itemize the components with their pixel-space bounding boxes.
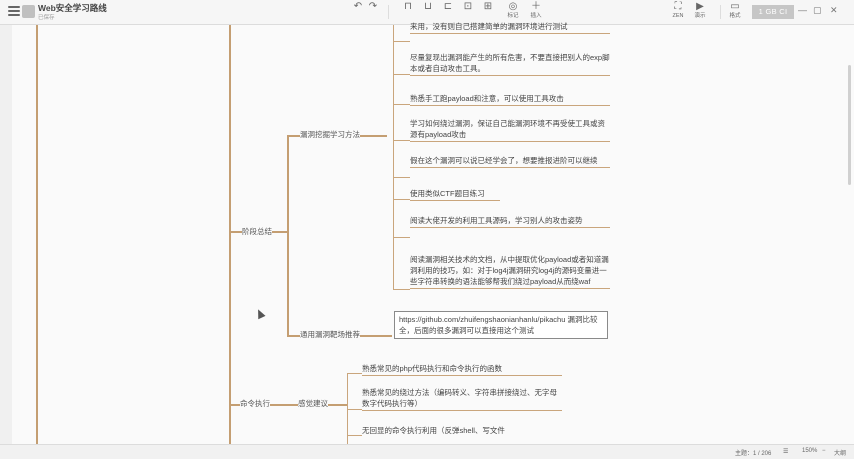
leaf-underline: [362, 375, 562, 376]
zoom-level[interactable]: 150%: [802, 448, 817, 454]
card-text: https://github.com/zhuifengshaonianhanlu…: [399, 315, 598, 335]
leaf-item[interactable]: 熟悉常见的绕过方法（编码转义、字符串拼接绕过、无字母数字代码执行等）: [362, 387, 562, 411]
leaf-underline: [410, 288, 610, 289]
leaf-item[interactable]: 使用类似CTF题目练习: [410, 188, 610, 201]
present-button[interactable]: ▶ 演示: [685, 1, 715, 20]
leaf-item[interactable]: 熟悉常见的php代码执行和命令执行的函数: [362, 363, 562, 376]
leaf-connector: [347, 409, 362, 410]
root-connector: [229, 25, 231, 444]
leaf-text: 熟悉手工跑payload和注意，可以使用工具攻击: [410, 94, 564, 103]
close-icon[interactable]: ✕: [830, 5, 838, 16]
maximize-icon[interactable]: ▢: [813, 5, 822, 16]
outline-button[interactable]: 大纲: [834, 448, 846, 457]
leaf-underline: [410, 105, 610, 106]
sub-branch-suggestion[interactable]: 感觉建议: [298, 398, 328, 409]
sub-branch-range-recommend[interactable]: 通用漏洞靶场推荐: [300, 329, 360, 340]
branch-connector: [287, 135, 289, 335]
leaf-connector: [393, 289, 410, 290]
leaf-text: 假在这个漏洞可以说已经学会了，想要推报进阶可以继续: [410, 156, 598, 165]
toolbar-divider: [388, 5, 389, 19]
leaf-connector: [393, 199, 410, 200]
leaf-text: 阅读漏洞相关技术的文档，从中提取优化payload或者知道漏洞利用的技巧，如：对…: [410, 255, 609, 286]
leaf-connector: [347, 373, 362, 374]
leaf-underline: [410, 75, 610, 76]
leaf-text: 熟悉常见的php代码执行和命令执行的函数: [362, 364, 503, 373]
leaf-item[interactable]: 来用，没有则自己搭建简单的漏洞环境进行测试: [410, 21, 610, 34]
leaf-item[interactable]: 尽量复现出漏洞能产生的所有危害，不要直接把别人的exp脚本或者自动攻击工具。: [410, 52, 610, 76]
insert-icon: ＋: [531, 1, 541, 12]
redo-icon: ↷: [368, 1, 378, 12]
hamburger-menu-icon[interactable]: [8, 6, 20, 17]
insert-label: 插入: [530, 13, 542, 19]
minimize-icon[interactable]: —: [798, 5, 807, 15]
leaf-connector: [393, 25, 394, 290]
leaf-text: 学习如何绕过漏洞，保证自己能漏洞环境不再受使工具或资源有payload攻击: [410, 119, 605, 139]
leaf-connector: [393, 104, 410, 105]
status-bar: 主题：1 / 206 ☰ 150% − 大纲: [0, 444, 854, 459]
leaf-text: 阅读大佬开发的利用工具源码，学习别人的攻击姿势: [410, 216, 583, 225]
leaf-item[interactable]: 假在这个漏洞可以说已经学会了，想要推报进阶可以继续: [410, 155, 610, 168]
leaf-connector: [393, 237, 410, 238]
leaf-item[interactable]: 学习如何绕过漏洞，保证自己能漏洞环境不再受使工具或资源有payload攻击: [410, 118, 610, 142]
leaf-text: 使用类似CTF题目练习: [410, 189, 485, 198]
pikachu-note-card[interactable]: https://github.com/zhuifengshaonianhanlu…: [394, 311, 608, 339]
leaf-item[interactable]: 无回显的命令执行利用（反弹shell、写文件: [362, 425, 562, 436]
leaf-connector: [393, 177, 410, 178]
branch-stage-summary[interactable]: 阶段总结: [242, 226, 272, 237]
mouse-pointer-icon: [254, 307, 266, 320]
leaf-connector: [393, 140, 410, 141]
app-logo: [22, 5, 35, 18]
leaf-text: 无回显的命令执行利用（反弹shell、写文件: [362, 426, 505, 435]
leaf-underline: [410, 33, 610, 34]
outline-toggle-icon[interactable]: ☰: [783, 448, 788, 455]
sub-branch-learning-method[interactable]: 漏洞挖掘学习方法: [300, 129, 360, 140]
present-icon: ▶: [696, 1, 704, 12]
leaf-underline: [410, 227, 610, 228]
branch-command-exec[interactable]: 命令执行: [240, 398, 270, 409]
leaf-item[interactable]: 熟悉手工跑payload和注意，可以使用工具攻击: [410, 93, 610, 106]
leaf-underline: [362, 410, 562, 411]
leaf-underline: [410, 200, 500, 201]
outer-connector: [36, 25, 38, 444]
save-status: 已保存: [38, 15, 55, 21]
leaf-item[interactable]: 阅读漏洞相关技术的文档，从中提取优化payload或者知道漏洞利用的技巧，如：对…: [410, 254, 610, 289]
leaf-text: 来用，没有则自己搭建简单的漏洞环境进行测试: [410, 22, 568, 31]
format-panel-button[interactable]: ▭ 格式: [720, 1, 750, 20]
vertical-scrollbar[interactable]: [848, 65, 851, 185]
insert-button[interactable]: ＋ 插入: [521, 1, 551, 20]
leaf-underline: [410, 141, 610, 142]
leaf-connector: [347, 435, 362, 436]
topic-count: 主题：1 / 206: [735, 451, 772, 457]
leaf-underline: [410, 167, 610, 168]
mindmap-canvas[interactable]: 阶段总结 漏洞挖掘学习方法 来用，没有则自己搭建简单的漏洞环境进行测试 尽量复现…: [0, 22, 854, 444]
leaf-text: 熟悉常见的绕过方法（编码转义、字符串拼接绕过、无字母数字代码执行等）: [362, 388, 557, 408]
leaf-item[interactable]: 阅读大佬开发的利用工具源码，学习别人的攻击姿势: [410, 215, 610, 228]
account-box[interactable]: 1 GB CI: [752, 5, 794, 19]
redo-button[interactable]: ↷: [358, 1, 388, 13]
left-margin: [0, 25, 12, 444]
present-label: 演示: [694, 13, 706, 19]
leaf-connector: [393, 41, 410, 42]
zoom-out-icon[interactable]: −: [822, 448, 826, 454]
format-panel-label: 格式: [729, 13, 741, 19]
leaf-text: 尽量复现出漏洞能产生的所有危害，不要直接把别人的exp脚本或者自动攻击工具。: [410, 53, 610, 73]
format-panel-icon: ▭: [730, 1, 740, 12]
leaf-connector: [393, 74, 410, 75]
